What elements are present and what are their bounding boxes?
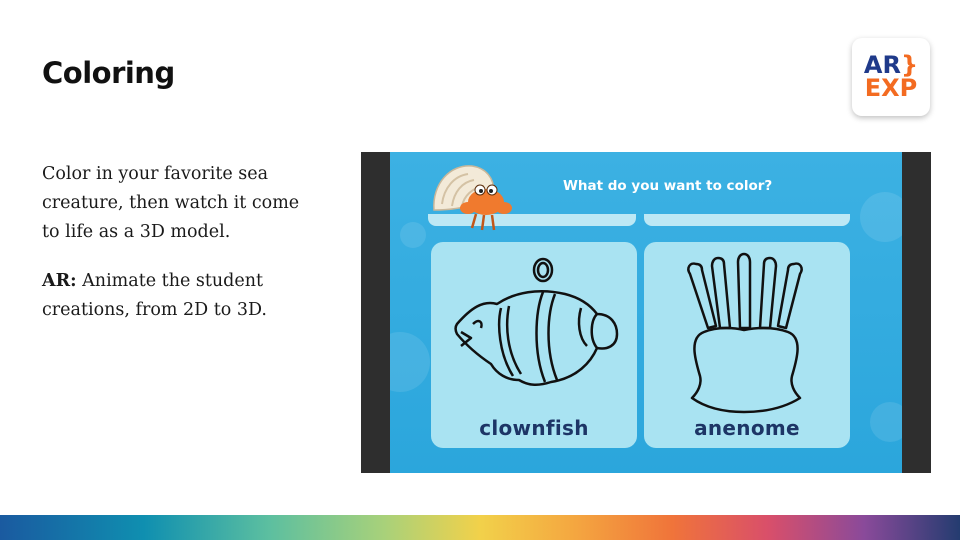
card-clownfish[interactable]: clownfish (431, 242, 637, 448)
description-paragraph: Color in your favorite sea creature, the… (42, 164, 300, 242)
hermit-crab-icon (433, 165, 512, 231)
slide-body: Color in your favorite sea creature, the… (42, 160, 312, 345)
bubble-decoration (870, 402, 902, 442)
ar-paragraph: AR: Animate the student creations, from … (42, 267, 312, 325)
slide-title: Coloring (42, 56, 175, 90)
game-prompt: What do you want to color? (563, 178, 773, 194)
ar-exp-logo: AR} EXP (852, 38, 930, 116)
card-label-anemone: anenome (694, 416, 800, 440)
bubble-decoration (860, 192, 902, 242)
ar-label: AR: (42, 271, 77, 291)
bubble-decoration (400, 222, 426, 248)
card-label-clownfish: clownfish (479, 416, 589, 440)
header-tab-right (644, 214, 850, 226)
card-anemone[interactable]: anenome (644, 242, 850, 448)
logo-line-2: EXP (864, 74, 918, 102)
footer-gradient-bar (0, 515, 960, 540)
app-screenshot: What do you want to color? clownfish ane… (361, 152, 931, 473)
bubble-decoration (390, 332, 430, 392)
coloring-game-view: What do you want to color? clownfish ane… (390, 152, 902, 473)
